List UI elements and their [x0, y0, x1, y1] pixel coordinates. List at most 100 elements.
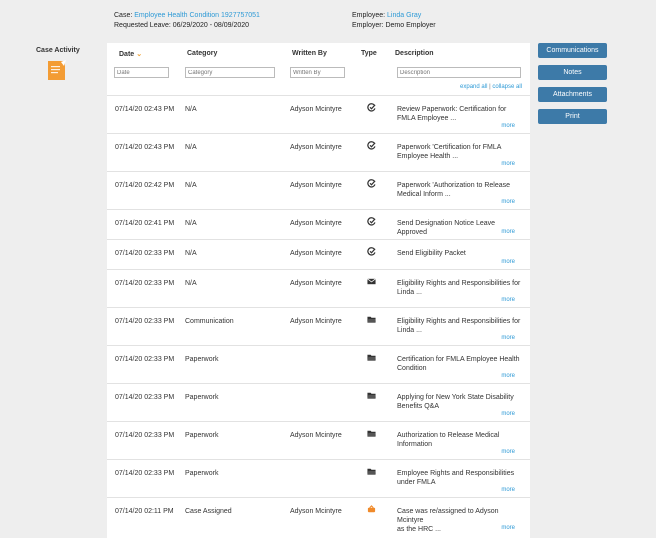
row-date: 07/14/20 02:43 PM — [115, 144, 175, 151]
date-filter-input[interactable] — [114, 67, 169, 78]
description-filter-input[interactable] — [397, 67, 521, 78]
table-row[interactable]: 07/14/20 02:42 PM N/A Adyson Mcintyre Paper… — [107, 171, 530, 209]
case-header: Case: Employee Health Condition 19277570… — [114, 11, 260, 31]
column-date[interactable]: Date ⌄ — [119, 50, 142, 58]
row-written-by: Adyson Mcintyre — [290, 318, 342, 325]
table-row[interactable]: 07/14/20 02:33 PM Paperwork Certification … — [107, 345, 530, 383]
case-link[interactable]: Employee Health Condition 1927757051 — [134, 12, 260, 19]
table-row[interactable]: 07/14/20 02:33 PM Paperwork Adyson Mcintyr… — [107, 421, 530, 459]
employee-header: Employee: Linda Gray Employer: Demo Empl… — [352, 11, 436, 31]
row-description-line: Certification for FMLA Employee Health — [397, 356, 520, 363]
column-type[interactable]: Type — [361, 50, 377, 57]
row-description-line: Authorization to Release Medical — [397, 432, 500, 439]
column-description[interactable]: Description — [395, 50, 434, 57]
more-link[interactable]: more — [501, 373, 515, 379]
communications-button[interactable]: Communications — [538, 43, 607, 58]
row-date: 07/14/20 02:33 PM — [115, 280, 175, 287]
category-filter-input[interactable] — [185, 67, 275, 78]
more-link[interactable]: more — [501, 487, 515, 493]
row-category: N/A — [185, 144, 197, 151]
row-date: 07/14/20 02:11 PM — [115, 508, 174, 515]
folder-icon — [367, 315, 377, 325]
row-written-by: Adyson Mcintyre — [290, 508, 342, 515]
row-description: Eligibility Rights and Responsibilities … — [397, 279, 525, 297]
row-description-line: Send Eligibility Packet — [397, 250, 466, 257]
row-description: Send Eligibility Packet — [397, 249, 525, 258]
row-category: N/A — [185, 250, 197, 257]
table-row[interactable]: 07/14/20 02:33 PM N/A Adyson Mcintyre Eligi… — [107, 269, 530, 307]
employer-text: Employer: Demo Employer — [352, 22, 436, 29]
more-link[interactable]: more — [501, 229, 515, 235]
more-link[interactable]: more — [501, 525, 515, 531]
table-row[interactable]: 07/14/20 02:11 PM Case Assigned Adyson Mci… — [107, 497, 530, 535]
table-row[interactable]: 07/14/20 02:33 PM Communication Adyson Mci… — [107, 307, 530, 345]
check-icon — [367, 217, 377, 227]
table-row[interactable]: 07/14/20 02:33 PM Paperwork Employee Right… — [107, 459, 530, 497]
written-by-filter-input[interactable] — [290, 67, 345, 78]
print-button[interactable]: Print — [538, 109, 607, 124]
row-category: N/A — [185, 182, 197, 189]
table-row[interactable]: 07/14/20 02:33 PM Paperwork Applying for N… — [107, 383, 530, 421]
expand-all-link[interactable]: expand all — [460, 84, 487, 90]
row-category: Case Assigned — [185, 508, 232, 515]
row-written-by: Adyson Mcintyre — [290, 250, 342, 257]
row-written-by: Adyson Mcintyre — [290, 220, 342, 227]
more-link[interactable]: more — [501, 259, 515, 265]
case-activity-table: Date ⌄ Category Written By Type Descripti… — [107, 43, 530, 538]
notes-button[interactable]: Notes — [538, 65, 607, 80]
row-category: Paperwork — [185, 432, 219, 439]
column-written-by[interactable]: Written By — [292, 50, 327, 57]
case-activity-title: Case Activity — [36, 47, 80, 54]
row-written-by: Adyson Mcintyre — [290, 432, 342, 439]
reassign-icon — [367, 505, 377, 515]
row-description-line: Medical Inform ... — [397, 191, 451, 198]
sort-desc-icon[interactable]: ⌄ — [136, 51, 142, 58]
row-description-line: FMLA Employee ... — [397, 115, 457, 122]
row-description: Authorization to Release Medical Informat… — [397, 431, 525, 449]
table-row[interactable]: 07/14/20 02:43 PM N/A Adyson Mcintyre Paper… — [107, 133, 530, 171]
more-link[interactable]: more — [501, 411, 515, 417]
check-icon — [367, 141, 377, 151]
table-row[interactable]: 07/14/20 02:43 PM N/A Adyson Mcintyre Revie… — [107, 95, 530, 133]
table-row[interactable]: 07/14/20 02:41 PM N/A Adyson Mcintyre Send … — [107, 209, 530, 239]
more-link[interactable]: more — [501, 297, 515, 303]
attachments-button[interactable]: Attachments — [538, 87, 607, 102]
row-written-by: Adyson Mcintyre — [290, 280, 342, 287]
row-date: 07/14/20 02:33 PM — [115, 356, 175, 363]
table-row[interactable]: 07/14/20 02:33 PM N/A Adyson Mcintyre Send … — [107, 239, 530, 269]
row-written-by: Adyson Mcintyre — [290, 144, 342, 151]
employee-label: Employee: — [352, 12, 386, 19]
filter-row — [107, 67, 530, 81]
collapse-all-link[interactable]: collapse all — [492, 84, 522, 90]
more-link[interactable]: more — [501, 161, 515, 167]
more-link[interactable]: more — [501, 123, 515, 129]
row-description-line: Employee Rights and Responsibilities — [397, 470, 515, 477]
row-category: N/A — [185, 106, 197, 113]
column-category[interactable]: Category — [187, 50, 217, 57]
folder-icon — [367, 429, 377, 439]
more-link[interactable]: more — [501, 199, 515, 205]
row-date: 07/14/20 02:33 PM — [115, 432, 175, 439]
row-date: 07/14/20 02:41 PM — [115, 220, 175, 227]
row-description: Paperwork 'Authorization to Release Medic… — [397, 181, 525, 199]
row-written-by: Adyson Mcintyre — [290, 182, 342, 189]
row-category: Communication — [185, 318, 234, 325]
row-description-line: Eligibility Rights and Responsibilities … — [397, 318, 521, 325]
row-description-line: Applying for New York State Disability — [397, 394, 514, 401]
more-link[interactable]: more — [501, 449, 515, 455]
case-activity-icon — [47, 60, 67, 80]
check-icon — [367, 179, 377, 189]
more-link[interactable]: more — [501, 335, 515, 341]
expand-collapse-links: expand all | collapse all — [460, 84, 522, 90]
row-category: N/A — [185, 220, 197, 227]
row-date: 07/14/20 02:33 PM — [115, 394, 175, 401]
row-description: Paperwork 'Certification for FMLA Employe… — [397, 143, 525, 161]
row-category: N/A — [185, 280, 197, 287]
activity-rows: 07/14/20 02:43 PM N/A Adyson Mcintyre Revie… — [107, 95, 530, 535]
row-description-line: Linda ... — [397, 327, 422, 334]
row-description-line: Case was re/assigned to Adyson Mcintyre — [397, 508, 499, 524]
row-description-line: Condition — [397, 365, 427, 372]
row-description-line: Eligibility Rights and Responsibilities … — [397, 280, 521, 287]
employee-link[interactable]: Linda Gray — [387, 12, 421, 19]
row-description: Employee Rights and Responsibilities unde… — [397, 469, 525, 487]
